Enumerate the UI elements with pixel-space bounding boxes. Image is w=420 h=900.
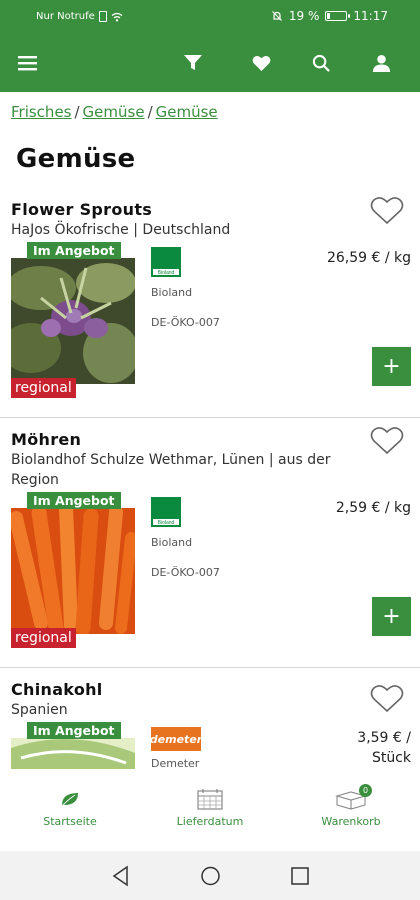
recents-icon[interactable] bbox=[290, 865, 310, 887]
clock: 11:17 bbox=[353, 9, 388, 23]
certification-code: DE-ÖKO-007 bbox=[151, 316, 220, 329]
bell-off-icon bbox=[271, 11, 282, 21]
page-title: Gemüse bbox=[16, 144, 136, 174]
certification-name: Bioland bbox=[151, 536, 193, 549]
product-price: 2,59 € / kg bbox=[335, 500, 411, 516]
product-name[interactable]: Chinakohl bbox=[11, 680, 103, 699]
divider bbox=[0, 667, 420, 668]
product-origin: Biolandhof Schulze Wethmar, Lünen | aus … bbox=[11, 452, 331, 488]
product-price: 3,59 € / Stück bbox=[357, 730, 411, 766]
leaf-icon bbox=[62, 793, 78, 806]
svg-text:Bioland: Bioland bbox=[158, 270, 175, 276]
product-image[interactable] bbox=[11, 258, 135, 384]
carrier-label: Nur Notrufe bbox=[36, 11, 95, 22]
sim-card-icon bbox=[98, 11, 107, 22]
add-to-cart-button[interactable]: + bbox=[372, 347, 411, 386]
favorite-heart-icon[interactable] bbox=[370, 684, 404, 714]
menu-icon[interactable] bbox=[14, 49, 42, 77]
breadcrumb-separator: / bbox=[147, 103, 153, 121]
svg-text:Bioland: Bioland bbox=[158, 520, 175, 526]
nav-lieferdatum[interactable]: Lieferdatum bbox=[155, 787, 265, 828]
certification-name: Bioland bbox=[151, 286, 193, 299]
regional-badge: regional bbox=[11, 628, 76, 648]
filter-icon[interactable] bbox=[179, 49, 207, 77]
breadcrumb-link-frisches[interactable]: Frisches bbox=[11, 103, 71, 121]
product-origin: HaJos Ökofrische | Deutschland bbox=[11, 222, 231, 238]
divider bbox=[0, 417, 420, 418]
app-bar bbox=[0, 34, 420, 92]
offer-badge: Im Angebot bbox=[27, 722, 121, 739]
nav-label: Startseite bbox=[43, 815, 97, 828]
product-image[interactable] bbox=[11, 508, 135, 634]
back-icon[interactable] bbox=[111, 865, 131, 887]
bioland-logo-icon: Bioland bbox=[151, 247, 181, 277]
home-icon[interactable] bbox=[200, 865, 221, 887]
heart-icon[interactable] bbox=[247, 49, 275, 77]
breadcrumb: Frisches / Gemüse / Gemüse bbox=[11, 103, 218, 121]
favorite-heart-icon[interactable] bbox=[370, 426, 404, 456]
offer-badge: Im Angebot bbox=[27, 492, 121, 509]
product-image[interactable] bbox=[11, 738, 135, 769]
system-navigation-bar bbox=[0, 851, 420, 900]
cart-count-badge: 0 bbox=[359, 784, 372, 797]
wifi-icon bbox=[111, 12, 123, 21]
regional-badge: regional bbox=[11, 378, 76, 398]
breadcrumb-link-gemuese[interactable]: Gemüse bbox=[83, 103, 145, 121]
product-name[interactable]: Möhren bbox=[11, 430, 81, 449]
breadcrumb-separator: / bbox=[74, 103, 80, 121]
nav-label: Lieferdatum bbox=[176, 815, 244, 828]
certification-name: Demeter bbox=[151, 757, 200, 769]
calendar-icon bbox=[197, 789, 223, 810]
certification-code: DE-ÖKO-007 bbox=[151, 566, 220, 579]
nav-startseite[interactable]: Startseite bbox=[15, 787, 125, 828]
battery-icon bbox=[325, 11, 351, 21]
breadcrumb-link-gemuese-current[interactable]: Gemüse bbox=[156, 103, 218, 121]
nav-label: Warenkorb bbox=[321, 815, 381, 828]
add-to-cart-button[interactable]: + bbox=[372, 597, 411, 636]
favorite-heart-icon[interactable] bbox=[370, 196, 404, 226]
battery-percent: 19 % bbox=[288, 9, 320, 23]
product-price: 26,59 € / kg bbox=[326, 250, 411, 266]
bioland-logo-icon: Bioland bbox=[151, 497, 181, 527]
product-card[interactable]: Chinakohl Spanien 3,59 € / Stück Im Ange… bbox=[0, 680, 420, 769]
bottom-navigation: Startseite Lieferdatum 0 Warenkorb bbox=[0, 769, 420, 851]
product-name[interactable]: Flower Sprouts bbox=[11, 200, 152, 219]
status-bar: Nur Notrufe 19 % 11:17 bbox=[0, 0, 420, 34]
offer-badge: Im Angebot bbox=[27, 242, 121, 259]
nav-warenkorb[interactable]: 0 Warenkorb bbox=[296, 784, 406, 828]
account-icon[interactable] bbox=[367, 49, 395, 77]
search-icon[interactable] bbox=[307, 49, 335, 77]
demeter-logo-icon: demeter bbox=[150, 727, 202, 751]
product-origin: Spanien bbox=[11, 702, 68, 718]
